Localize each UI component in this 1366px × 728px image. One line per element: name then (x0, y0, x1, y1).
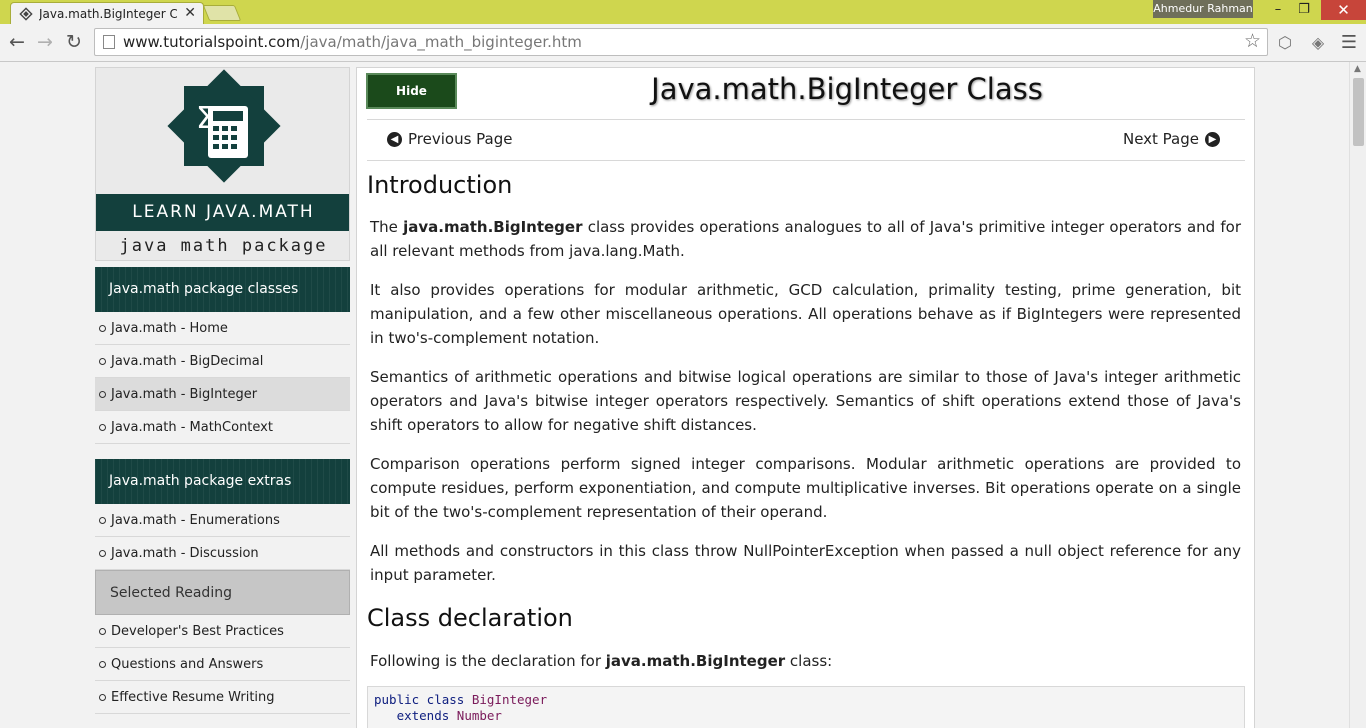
page-title: Java.math.BigInteger Class (651, 72, 1043, 106)
site-logo[interactable]: Σ LEARN JAVA.MATH java math package (95, 67, 350, 261)
paragraph-5: All methods and constructors in this cla… (370, 542, 1241, 584)
paragraph-2: It also provides operations for modular … (370, 281, 1241, 347)
sidebar: Σ LEARN JAVA.MATH java math package Java… (95, 67, 350, 714)
paragraph-1: The java.math.BigInteger class provides … (370, 218, 1241, 260)
browser-tab[interactable]: Java.math.BigInteger Class ✕ (10, 2, 204, 24)
arrow-right-circle-icon: ▶ (1205, 131, 1220, 147)
tab-close-icon[interactable]: ✕ (184, 5, 196, 21)
bookmark-star-icon[interactable]: ☆ (1244, 30, 1261, 52)
next-page-label: Next Page (1122, 130, 1199, 148)
sidebar-item-biginteger[interactable]: Java.math - BigInteger (95, 378, 350, 411)
svg-text:Σ: Σ (196, 101, 215, 136)
sidebar-item-resume[interactable]: Effective Resume Writing (95, 681, 350, 714)
page-scrollbar[interactable]: ▲ (1349, 62, 1366, 728)
paragraph-3: Semantics of arithmetic operations and b… (370, 368, 1241, 434)
sidebar-section-classes: Java.math package classes (95, 267, 350, 312)
window-close-icon[interactable]: ✕ (1321, 0, 1366, 20)
reload-icon[interactable]: ↻ (62, 30, 86, 54)
logo-title: LEARN JAVA.MATH (96, 194, 349, 231)
main-content: Hide Sidebar Java.math.BigInteger Class … (356, 67, 1255, 728)
section-heading-class-declaration: Class declaration (367, 604, 573, 632)
tab-title: Java.math.BigInteger Class (39, 6, 177, 21)
divider (367, 160, 1245, 161)
page-viewport: Σ LEARN JAVA.MATH java math package Java… (0, 62, 1349, 728)
logo-subtitle: java math package (119, 236, 328, 256)
scroll-up-arrow-icon[interactable]: ▲ (1354, 64, 1361, 74)
next-page-link[interactable]: Next Page ▶ (1123, 130, 1220, 148)
paragraph-6: Following is the declaration for java.ma… (370, 652, 833, 670)
code-line-1: public class BigInteger (374, 692, 548, 707)
sidebar-item-discussion[interactable]: Java.math - Discussion (95, 537, 350, 570)
page-icon (103, 35, 115, 49)
forward-arrow-icon[interactable]: → (33, 30, 57, 54)
browser-toolbar: ← → ↻ www.tutorialspoint.com/java/math/j… (0, 24, 1366, 62)
sidebar-section-selected-reading: Selected Reading (95, 570, 350, 615)
tutorialspoint-favicon-icon (19, 6, 33, 21)
sidebar-item-best-practices[interactable]: Developer's Best Practices (95, 615, 350, 648)
code-line-2: extends Number (396, 708, 502, 723)
sidebar-item-enumerations[interactable]: Java.math - Enumerations (95, 504, 350, 537)
url-path: /java/math/java_math_biginteger.htm (300, 33, 582, 51)
sidebar-item-bigdecimal[interactable]: Java.math - BigDecimal (95, 345, 350, 378)
code-block: public class BigInteger extends Number (367, 686, 1245, 728)
extension-diamond-icon[interactable]: ◈ (1307, 32, 1329, 54)
sidebar-item-qa[interactable]: Questions and Answers (95, 648, 350, 681)
back-arrow-icon[interactable]: ← (5, 30, 29, 54)
paragraph-4: Comparison operations perform signed int… (370, 455, 1241, 521)
new-tab-button[interactable] (202, 5, 242, 21)
arrow-left-circle-icon: ◀ (387, 131, 402, 147)
restore-icon[interactable]: ❐ (1292, 0, 1316, 20)
sidebar-item-mathcontext[interactable]: Java.math - MathContext (95, 411, 350, 444)
hamburger-menu-icon[interactable]: ☰ (1338, 32, 1360, 54)
section-heading-introduction: Introduction (367, 171, 513, 199)
minimize-icon[interactable]: – (1266, 0, 1290, 20)
previous-page-link[interactable]: ◀ Previous Page (387, 130, 512, 148)
extension-shield-icon[interactable]: ⬡ (1274, 32, 1296, 54)
sidebar-section-extras: Java.math package extras (95, 459, 350, 504)
calculator-logo-icon: Σ (167, 69, 281, 183)
divider (367, 119, 1245, 120)
previous-page-label: Previous Page (408, 130, 513, 148)
address-bar[interactable]: www.tutorialspoint.com/java/math/java_ma… (94, 28, 1268, 56)
browser-titlebar: Java.math.BigInteger Class ✕ Ahmedur Rah… (0, 0, 1366, 24)
sidebar-item-home[interactable]: Java.math - Home (95, 312, 350, 345)
scrollbar-thumb[interactable] (1353, 78, 1364, 146)
hide-sidebar-button[interactable]: Hide Sidebar (366, 73, 457, 130)
profile-button[interactable]: Ahmedur Rahman (1153, 0, 1253, 18)
url-host: www.tutorialspoint.com (123, 33, 301, 51)
